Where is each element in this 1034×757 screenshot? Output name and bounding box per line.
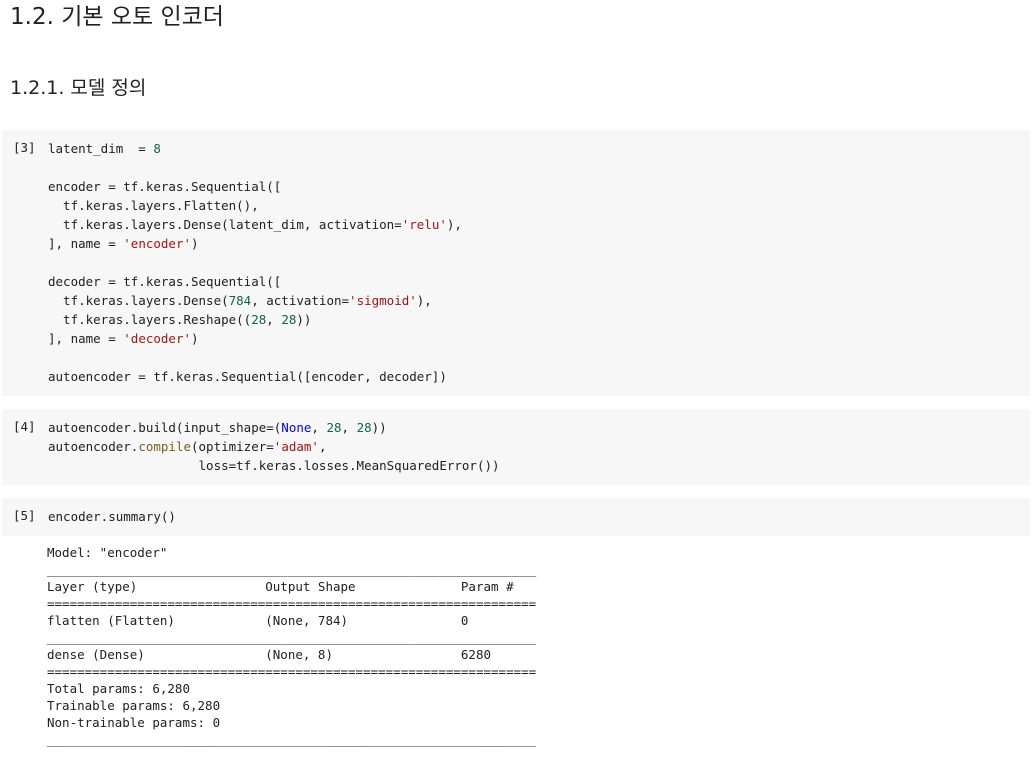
- code-line: autoencoder = tf.keras.Sequential([encod…: [48, 369, 447, 384]
- code-token: encoder.summary(): [48, 509, 176, 524]
- code-line: ], name = 'encoder'): [48, 236, 199, 251]
- code-line: tf.keras.layers.Dense(784, activation='s…: [48, 293, 432, 308]
- output-line: Layer (type) Output Shape Param #: [47, 579, 537, 594]
- code-token: 'encoder': [123, 236, 191, 251]
- code-token: ,: [318, 439, 327, 454]
- code-token: ): [191, 331, 199, 346]
- output-line: ========================================…: [47, 596, 537, 611]
- code-token: encoder = tf.keras.Sequential([: [48, 179, 282, 194]
- output-line: ========================================…: [47, 664, 537, 679]
- output-line: dense (Dense) (None, 8) 6280: [47, 647, 537, 662]
- code-token: loss=tf.keras.losses.MeanSquaredError()): [48, 458, 500, 473]
- code-editor[interactable]: autoencoder.build(input_shape=(None, 28,…: [48, 418, 500, 475]
- code-line: tf.keras.layers.Reshape((28, 28)): [48, 312, 311, 327]
- output-line: ________________________________________…: [47, 732, 537, 747]
- code-line: encoder.summary(): [48, 509, 176, 524]
- code-line: tf.keras.layers.Flatten(),: [48, 198, 259, 213]
- output-line: Non-trainable params: 0: [47, 715, 221, 730]
- code-token: ): [191, 236, 199, 251]
- code-cell-4[interactable]: [4] autoencoder.build(input_shape=(None,…: [2, 409, 1030, 485]
- code-token: 8: [153, 141, 161, 156]
- code-token: , activation=: [251, 293, 350, 308]
- code-token: 'adam': [273, 439, 319, 454]
- output-line: flatten (Flatten) (None, 784) 0: [47, 613, 537, 628]
- code-token: 784: [228, 293, 252, 308]
- code-line: autoencoder.build(input_shape=(None, 28,…: [48, 420, 387, 435]
- section-heading: 1.2. 기본 오토 인코더: [10, 4, 224, 30]
- output-line: ________________________________________…: [47, 562, 537, 577]
- code-token: ,: [266, 312, 282, 327]
- code-token: ], name =: [48, 331, 124, 346]
- code-token: 28: [251, 312, 267, 327]
- code-token: autoencoder.: [48, 439, 139, 454]
- code-token: 'sigmoid': [349, 293, 417, 308]
- execution-count: [3]: [13, 140, 36, 155]
- code-editor[interactable]: latent_dim = 8 encoder = tf.keras.Sequen…: [48, 139, 462, 386]
- code-token: 'relu': [401, 217, 447, 232]
- code-token: )): [296, 312, 312, 327]
- code-token: ,: [341, 420, 357, 435]
- code-line: autoencoder.compile(optimizer='adam',: [48, 439, 326, 454]
- code-line: loss=tf.keras.losses.MeanSquaredError()): [48, 458, 500, 473]
- code-token: None: [281, 420, 312, 435]
- cell-output: Model: "encoder" _______________________…: [47, 544, 536, 748]
- code-cell-5[interactable]: [5] encoder.summary(): [2, 498, 1030, 536]
- code-line: ], name = 'decoder'): [48, 331, 199, 346]
- code-token: ),: [446, 217, 462, 232]
- subsection-heading: 1.2.1. 모델 정의: [10, 77, 147, 99]
- code-token: tf.keras.layers.Dense(latent_dim, activa…: [48, 217, 402, 232]
- code-token: ,: [311, 420, 327, 435]
- code-token: tf.keras.layers.Reshape((: [48, 312, 252, 327]
- code-token: 28: [356, 420, 372, 435]
- output-line: Trainable params: 6,280: [47, 698, 221, 713]
- code-token: latent_dim =: [48, 141, 154, 156]
- code-token: 28: [326, 420, 342, 435]
- code-token: tf.keras.layers.Flatten(),: [48, 198, 259, 213]
- code-editor[interactable]: encoder.summary(): [48, 507, 176, 526]
- code-line: encoder = tf.keras.Sequential([: [48, 179, 281, 194]
- code-token: )): [371, 420, 387, 435]
- output-line: Total params: 6,280: [47, 681, 190, 696]
- code-token: (optimizer=: [191, 439, 274, 454]
- code-token: autoencoder.build(input_shape=(: [48, 420, 282, 435]
- code-token: tf.keras.layers.Dense(: [48, 293, 229, 308]
- code-token: ),: [416, 293, 432, 308]
- code-line: decoder = tf.keras.Sequential([: [48, 274, 281, 289]
- code-line: tf.keras.layers.Dense(latent_dim, activa…: [48, 217, 462, 232]
- code-token: compile: [138, 439, 191, 454]
- code-token: ], name =: [48, 236, 124, 251]
- code-token: 'decoder': [123, 331, 191, 346]
- execution-count: [4]: [13, 419, 36, 434]
- code-token: 28: [281, 312, 297, 327]
- output-line: Model: "encoder": [47, 545, 168, 560]
- code-token: autoencoder = tf.keras.Sequential([encod…: [48, 369, 447, 384]
- code-line: latent_dim = 8: [48, 141, 161, 156]
- execution-count: [5]: [13, 508, 36, 523]
- code-token: decoder = tf.keras.Sequential([: [48, 274, 282, 289]
- output-line: ________________________________________…: [47, 630, 537, 645]
- code-cell-3[interactable]: [3] latent_dim = 8 encoder = tf.keras.Se…: [2, 130, 1030, 396]
